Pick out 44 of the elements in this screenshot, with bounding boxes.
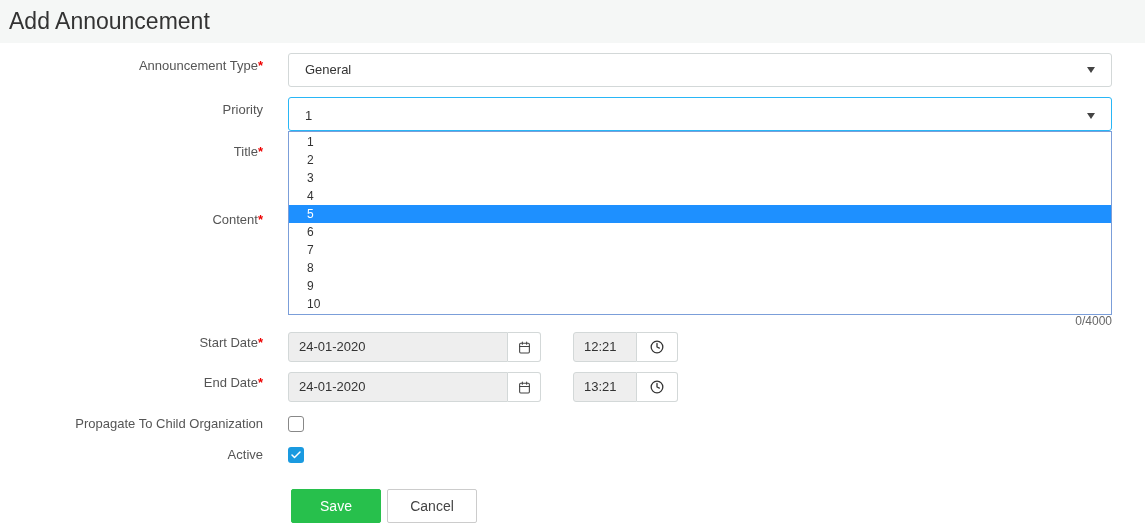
required-mark: * [257,212,263,227]
character-counter: 0/4000 [1075,313,1112,328]
field-label: End Date [203,375,258,390]
field-label: Announcement Type [138,58,258,73]
field-label: Priority [222,102,263,117]
calendar-icon [517,340,531,354]
caret-icon [1087,67,1095,73]
calendar-icon [517,380,531,394]
caret-icon [1087,113,1095,119]
checkbox[interactable] [288,415,304,432]
field-label: Start Date [199,335,258,350]
field-label: Content [212,212,258,227]
dropdown-option[interactable]: 9 [289,277,1111,295]
dropdown-option[interactable]: 8 [289,259,1111,277]
dropdown-option[interactable]: 3 [289,169,1111,187]
select-field[interactable]: General [288,53,1112,87]
field-label: Active [227,446,263,462]
clock-icon [650,340,664,354]
time-field[interactable]: 12:21 [573,332,637,362]
cancel-button[interactable]: Cancel [387,489,477,523]
calendar-button[interactable] [508,332,541,362]
clock-icon [650,380,664,394]
time-field[interactable]: 13:21 [573,372,637,402]
page-title: Add Announcement [9,7,210,37]
dropdown-option[interactable]: 1 [289,133,1111,151]
checkbox[interactable] [288,446,304,463]
date-field[interactable]: 24-01-2020 [288,372,508,402]
required-mark: * [257,335,263,350]
clock-button[interactable] [637,332,678,362]
select-field[interactable]: 1 [288,97,1112,131]
dropdown-option[interactable]: 2 [289,151,1111,169]
dropdown-option[interactable]: 6 [289,223,1111,241]
dropdown-option[interactable]: 4 [289,187,1111,205]
dropdown-option[interactable]: 10 [289,295,1111,313]
required-mark: * [257,58,263,73]
required-mark: * [257,144,263,159]
check-icon [290,448,302,461]
date-field[interactable]: 24-01-2020 [288,332,508,362]
required-mark: * [257,375,263,390]
field-label: Title [233,144,258,159]
clock-button[interactable] [637,372,678,402]
calendar-button[interactable] [508,372,541,402]
field-label: Propagate To Child Organization [75,415,263,431]
dropdown-option[interactable]: 7 [289,241,1111,259]
